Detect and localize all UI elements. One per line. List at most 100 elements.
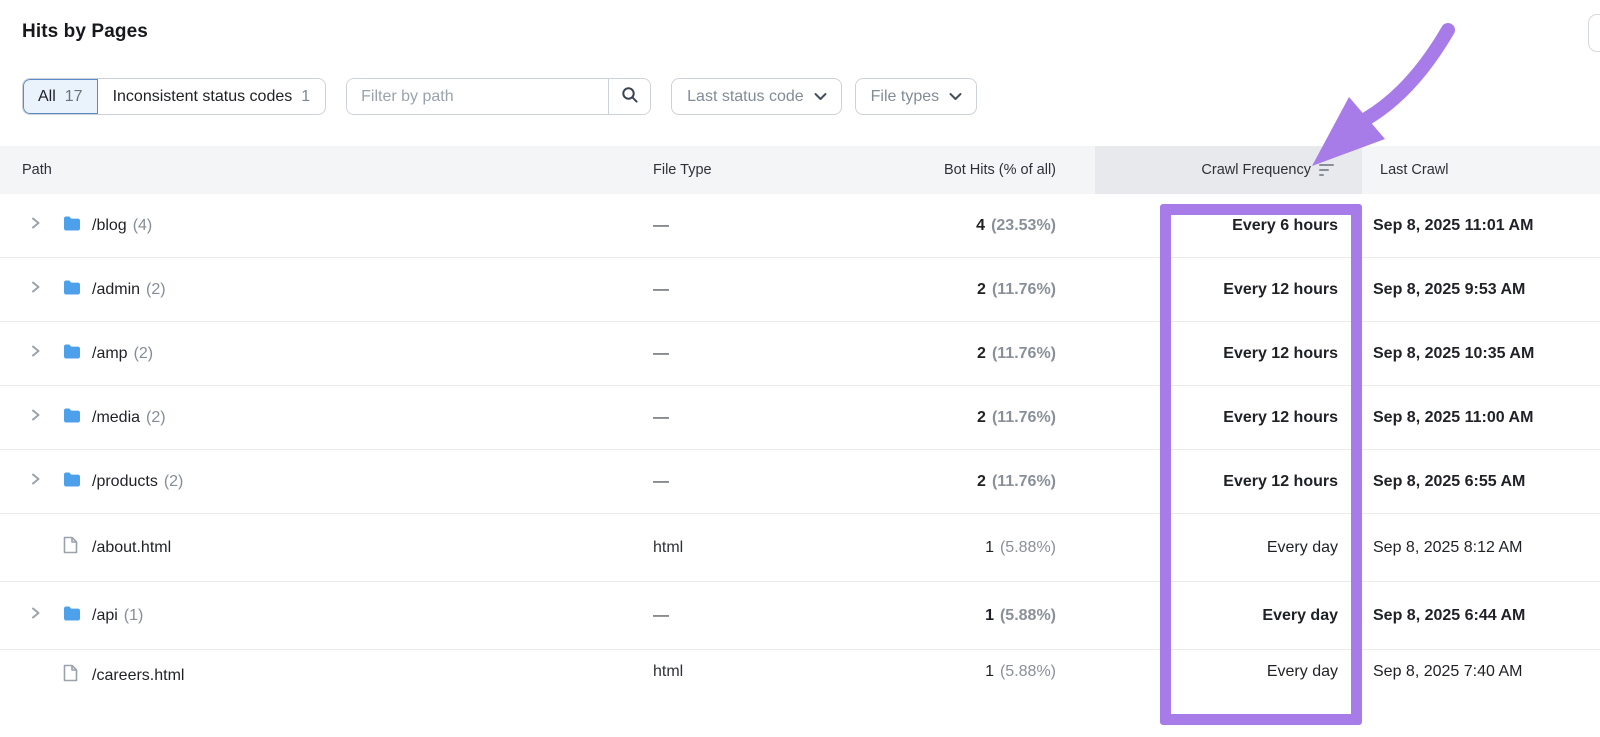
tab-inconsistent-status-codes[interactable]: Inconsistent status codes 1 [98,79,326,114]
expand-toggle[interactable] [30,606,44,625]
crawl-frequency-cell: Every 12 hours [1095,473,1362,491]
last-status-code-label: Last status code [687,88,804,106]
path-count: (2) [164,473,184,491]
path-count: (2) [146,281,166,299]
path-cell[interactable]: /about.html [0,535,640,560]
path-label: /media [92,409,140,427]
last-crawl-cell: Sep 8, 2025 8:12 AM [1362,539,1600,557]
path-label: /admin [92,281,140,299]
bot-hits-count: 1 [985,663,994,681]
chevron-right-icon[interactable] [30,408,42,427]
bot-hits-percent: (11.76%) [992,473,1056,491]
bot-hits-cell: 1 (5.88%) [900,663,1095,681]
path-cell[interactable]: /careers.html [0,663,640,688]
bot-hits-count: 2 [977,345,986,363]
bot-hits-cell: 2(11.76%) [900,409,1095,427]
path-label: /products [92,473,158,491]
file-type-cell: — [640,607,900,625]
folder-icon [62,471,82,493]
file-type-cell: html [640,663,900,681]
column-header-crawl-frequency[interactable]: Crawl Frequency [1095,146,1362,194]
tab-inconsistent-label: Inconsistent status codes [113,88,293,106]
tab-inconsistent-count: 1 [301,88,310,106]
bot-hits-cell: 2(11.76%) [900,345,1095,363]
file-type-cell: — [640,281,900,299]
file-type-cell: — [640,409,900,427]
path-cell[interactable]: /blog(4) [0,215,640,237]
last-crawl-cell: Sep 8, 2025 10:35 AM [1362,345,1600,363]
path-label: /api [92,607,118,625]
folder-icon [62,215,82,237]
bot-hits-cell: 2(11.76%) [900,281,1095,299]
path-cell[interactable]: /amp(2) [0,343,640,365]
sort-descending-icon [1319,164,1334,176]
table-row: /about.htmlhtml1(5.88%)Every daySep 8, 2… [0,514,1600,582]
search-input[interactable] [347,79,608,114]
tab-all[interactable]: All 17 [23,79,98,114]
filter-tabs: All 17 Inconsistent status codes 1 [22,78,326,115]
file-icon [62,535,79,560]
bot-hits-percent: (11.76%) [992,409,1056,427]
chevron-right-icon[interactable] [30,344,42,363]
path-label: /careers.html [92,667,184,685]
path-cell[interactable]: /media(2) [0,407,640,429]
cropped-corner-control[interactable] [1588,14,1600,52]
folder-icon [62,279,82,301]
tab-all-count: 17 [65,88,83,106]
last-crawl-cell: Sep 8, 2025 6:55 AM [1362,473,1600,491]
bot-hits-cell: 4 (23.53%) [900,217,1095,235]
file-type-cell: html [640,539,900,557]
file-type-cell: — [640,345,900,363]
path-cell[interactable]: /api (1) [0,605,640,627]
bot-hits-percent: (5.88%) [1000,663,1056,681]
table-row: /amp(2)—2(11.76%)Every 12 hoursSep 8, 20… [0,322,1600,386]
table-row: /admin(2)—2(11.76%)Every 12 hoursSep 8, … [0,258,1600,322]
tab-all-label: All [38,88,56,106]
chevron-right-icon[interactable] [30,472,42,491]
bot-hits-percent: (23.53%) [991,217,1056,235]
bot-hits-percent: (5.88%) [1000,607,1056,625]
toolbar: All 17 Inconsistent status codes 1 Last … [22,78,1600,115]
file-types-dropdown[interactable]: File types [855,78,977,115]
path-cell[interactable]: /products (2) [0,471,640,493]
search-icon [621,86,639,107]
page-title: Hits by Pages [22,21,1600,43]
expand-toggle[interactable] [30,408,44,427]
table-row: /products(2)—2(11.76%)Every 12 hoursSep … [0,450,1600,514]
bot-hits-count: 2 [977,473,986,491]
last-crawl-cell: Sep 8, 2025 11:00 AM [1362,409,1600,427]
path-cell[interactable]: /admin (2) [0,279,640,301]
column-header-path[interactable]: Path [0,146,640,194]
bot-hits-count: 4 [976,217,985,235]
last-crawl-cell: Sep 8, 2025 9:53 AM [1362,281,1600,299]
last-status-code-dropdown[interactable]: Last status code [671,78,842,115]
expand-toggle[interactable] [30,472,44,491]
hits-by-pages-panel: Hits by Pages All 17 Inconsistent status… [0,0,1600,737]
chevron-right-icon[interactable] [30,216,42,235]
crawl-frequency-cell: Every 12 hours [1095,409,1362,427]
table-header: Path File Type Bot Hits (% of all) Crawl… [0,146,1600,194]
bot-hits-count: 1 [985,607,994,625]
table-row: /careers.htmlhtml1(5.88%)Every daySep 8,… [0,650,1600,735]
bot-hits-cell: 1 (5.88%) [900,607,1095,625]
table-row: /media(2)—2(11.76%)Every 12 hoursSep 8, … [0,386,1600,450]
bot-hits-cell: 2 (11.76%) [900,473,1095,491]
path-count: (1) [124,607,144,625]
column-header-last-crawl[interactable]: Last Crawl [1362,146,1600,194]
last-crawl-cell: Sep 8, 2025 6:44 AM [1362,607,1600,625]
crawl-frequency-cell: Every day [1095,607,1362,625]
folder-icon [62,343,82,365]
column-header-bot-hits[interactable]: Bot Hits (% of all) [900,146,1095,194]
expand-toggle[interactable] [30,216,44,235]
bot-hits-count: 1 [985,539,994,557]
column-header-file-type[interactable]: File Type [640,146,900,194]
crawl-frequency-cell: Every 6 hours [1095,217,1362,235]
expand-toggle[interactable] [30,280,44,299]
crawl-frequency-label: Crawl Frequency [1201,162,1311,178]
chevron-right-icon[interactable] [30,280,42,299]
crawl-frequency-cell: Every day [1095,539,1362,557]
chevron-right-icon[interactable] [30,606,42,625]
search-button[interactable] [608,79,650,114]
expand-toggle[interactable] [30,344,44,363]
last-crawl-cell: Sep 8, 2025 11:01 AM [1362,217,1600,235]
